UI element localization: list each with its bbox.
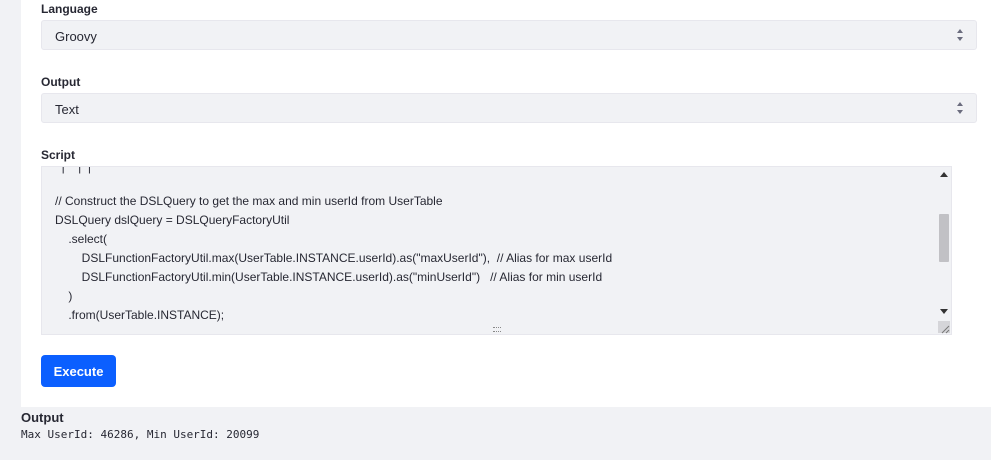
code-line: DSLFunctionFactoryUtil.min(UserTable.INS…: [55, 270, 603, 284]
code-line: // Construct the DSLQuery to get the max…: [55, 194, 443, 208]
output-result-text: Max UserId: 46286, Min UserId: 20099: [21, 428, 260, 441]
output-label: Output: [41, 75, 81, 89]
scroll-up-arrow-icon[interactable]: [940, 172, 948, 177]
code-line-partial: | | |: [55, 166, 102, 174]
output-selected-value: Text: [55, 102, 79, 117]
output-select[interactable]: Text: [41, 93, 977, 123]
code-line: DSLQuery dslQuery = DSLQueryFactoryUtil: [55, 213, 290, 227]
code-line: .from(UserTable.INSTANCE);: [55, 308, 225, 322]
code-line: ): [55, 289, 73, 303]
output-section-title: Output: [21, 410, 64, 425]
scroll-down-arrow-icon[interactable]: [940, 309, 948, 314]
resize-handle-icon[interactable]: [938, 321, 950, 334]
horizontal-grip-icon[interactable]: [493, 327, 501, 332]
scrollbar-thumb[interactable]: [939, 214, 949, 262]
execute-button[interactable]: Execute: [41, 355, 116, 387]
vertical-scrollbar[interactable]: [937, 167, 951, 334]
script-label: Script: [41, 148, 76, 162]
select-caret-icon: [957, 29, 963, 41]
language-select[interactable]: Groovy: [41, 20, 977, 50]
code-line: .select(: [55, 232, 108, 246]
script-textarea[interactable]: | | | // Construct the DSLQuery to get t…: [41, 166, 952, 335]
language-selected-value: Groovy: [55, 29, 97, 44]
script-form-panel: Language Groovy Output Text Script | | |…: [21, 0, 991, 407]
language-label: Language: [41, 2, 98, 16]
code-line: DSLFunctionFactoryUtil.max(UserTable.INS…: [55, 251, 613, 265]
select-caret-icon: [957, 102, 963, 114]
